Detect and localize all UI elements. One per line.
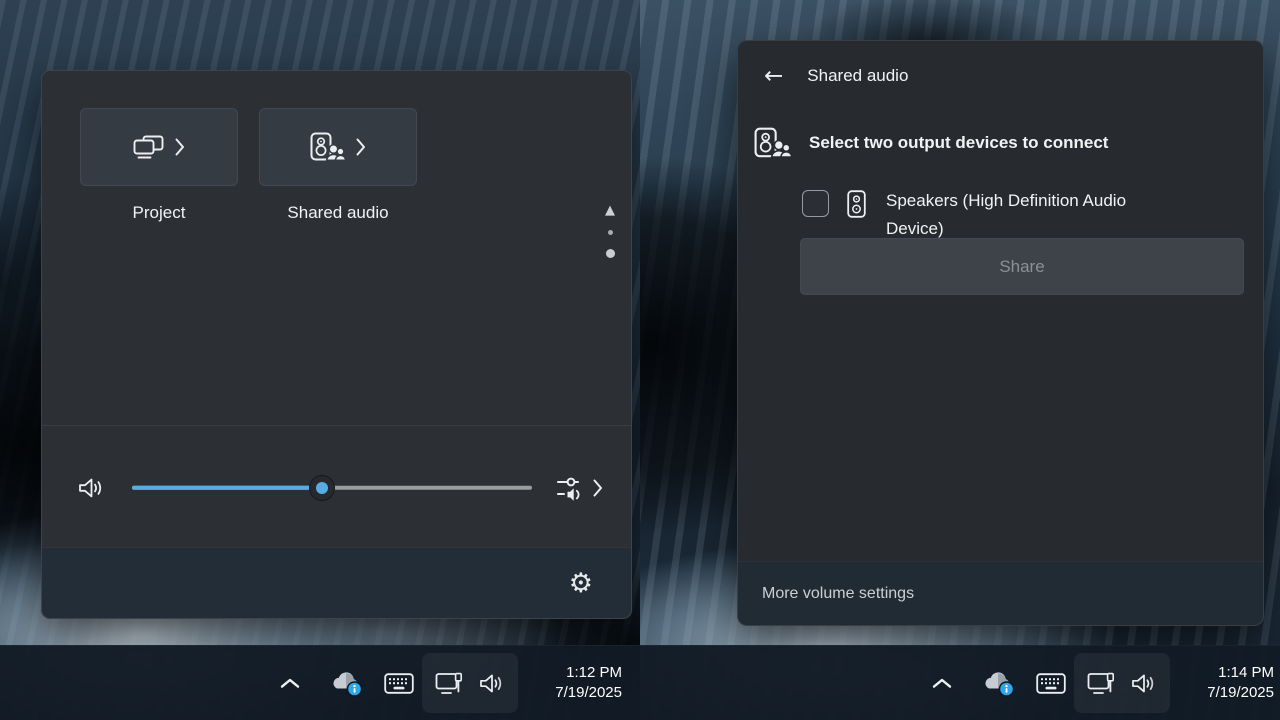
network-display-icon	[435, 671, 466, 696]
quick-settings-main: Project	[42, 71, 631, 425]
volume-slider-thumb[interactable]	[309, 475, 335, 501]
touch-keyboard-icon[interactable]	[1036, 673, 1066, 694]
more-volume-settings-link[interactable]: More volume settings	[738, 561, 1263, 625]
speaker-device-icon	[847, 190, 866, 218]
volume-speaker-icon[interactable]	[78, 476, 105, 500]
settings-gear-icon[interactable]: ⚙	[569, 570, 593, 597]
taskbar: 1:14 PM 7/19/2025	[640, 645, 1280, 720]
onedrive-cloud-icon[interactable]	[980, 670, 1016, 697]
screen: Project	[0, 0, 1280, 720]
system-tray-network-volume-button[interactable]	[1074, 653, 1170, 713]
sound-output-mixer-icon	[556, 475, 586, 501]
shared-audio-heading-row: Select two output devices to connect	[754, 127, 1108, 159]
back-arrow-icon[interactable]: ←	[764, 63, 783, 89]
taskbar: 1:12 PM 7/19/2025	[0, 645, 640, 720]
project-tile-button[interactable]	[80, 108, 238, 186]
shared-audio-heading: Select two output devices to connect	[809, 133, 1108, 153]
page-dot-current[interactable]	[606, 249, 615, 258]
project-icon	[133, 135, 164, 159]
shared-audio-title: Shared audio	[807, 66, 908, 86]
page-indicator: ▲	[605, 205, 615, 258]
volume-slider[interactable]	[132, 474, 532, 502]
shared-audio-header: ← Shared audio	[764, 63, 908, 89]
quick-settings-footer: ⚙	[42, 547, 631, 618]
device-name: Speakers (High Definition Audio Device)	[886, 187, 1186, 243]
tray-volume-icon	[1131, 672, 1157, 695]
touch-keyboard-icon[interactable]	[384, 673, 414, 694]
page-dot[interactable]	[608, 230, 613, 235]
system-tray-network-volume-button[interactable]	[422, 653, 518, 713]
desktop-left: Project	[0, 0, 640, 720]
tile-project-group: Project	[80, 108, 238, 223]
tile-shared-audio-group: Shared audio	[259, 108, 417, 223]
taskbar-date: 7/19/2025	[1190, 683, 1274, 703]
taskbar-date: 7/19/2025	[538, 683, 622, 703]
volume-row	[42, 425, 631, 549]
shared-audio-tile-button[interactable]	[259, 108, 417, 186]
device-row: Speakers (High Definition Audio Device)	[802, 187, 1186, 243]
tile-label-shared-audio: Shared audio	[287, 203, 388, 223]
quick-settings-tiles: Project	[80, 108, 417, 223]
shared-audio-icon	[310, 132, 345, 162]
taskbar-clock[interactable]: 1:12 PM 7/19/2025	[538, 663, 622, 703]
device-checkbox[interactable]	[802, 190, 829, 217]
share-button[interactable]: Share	[800, 238, 1244, 295]
sound-output-button[interactable]	[556, 475, 603, 501]
taskbar-overflow-chevron-up-icon[interactable]	[932, 678, 952, 689]
shared-audio-panel: ← Shared audio	[737, 40, 1264, 626]
network-display-icon	[1087, 671, 1118, 696]
chevron-right-icon	[356, 138, 366, 156]
taskbar-time: 1:12 PM	[538, 663, 622, 683]
shared-audio-icon	[754, 127, 791, 159]
tray-volume-icon	[479, 672, 505, 695]
tile-label-project: Project	[133, 203, 186, 223]
page-up-arrow[interactable]: ▲	[605, 205, 615, 216]
volume-slider-fill	[132, 485, 322, 490]
chevron-right-icon	[593, 479, 603, 497]
chevron-right-icon	[175, 138, 185, 156]
desktop-right: ← Shared audio	[640, 0, 1280, 720]
taskbar-clock[interactable]: 1:14 PM 7/19/2025	[1190, 663, 1274, 703]
taskbar-overflow-chevron-up-icon[interactable]	[280, 678, 300, 689]
taskbar-time: 1:14 PM	[1190, 663, 1274, 683]
quick-settings-panel: Project	[41, 70, 632, 619]
onedrive-cloud-icon[interactable]	[328, 670, 364, 697]
